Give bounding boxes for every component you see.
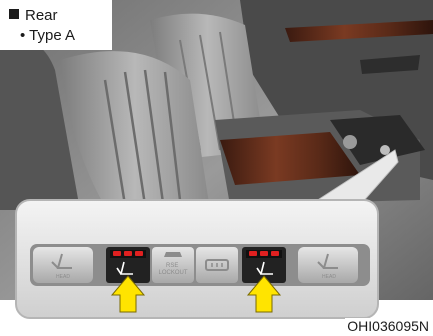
type-line: • Type A	[20, 26, 75, 45]
rse-lock-button[interactable]: RSE LOCKOUT	[152, 247, 194, 283]
figure-caption: Rear • Type A	[0, 0, 112, 50]
car-interior-illustration: HEAD RSE LOCKOUT HEAD	[0, 0, 433, 336]
control-knob-icon	[343, 135, 357, 149]
indicator-led	[260, 251, 268, 256]
indicator-led	[135, 251, 143, 256]
left-seat-button-label: HEAD	[56, 274, 70, 280]
square-bullet-icon	[9, 9, 19, 19]
rear-climate-button[interactable]	[196, 247, 238, 283]
indicator-led	[271, 251, 279, 256]
car-icon	[164, 252, 182, 257]
right-seat-button[interactable]: HEAD	[298, 247, 358, 283]
type-label: Type A	[29, 27, 76, 44]
indicator-led	[113, 251, 121, 256]
right-seat-button-label: HEAD	[322, 274, 336, 280]
section-heading: Rear	[9, 6, 58, 25]
section-label: Rear	[25, 7, 58, 24]
bullet-icon: •	[20, 27, 26, 44]
left-seat-button[interactable]: HEAD	[33, 247, 93, 283]
indicator-led	[124, 251, 132, 256]
image-code: OHI036095N	[345, 318, 431, 334]
indicator-led	[249, 251, 257, 256]
